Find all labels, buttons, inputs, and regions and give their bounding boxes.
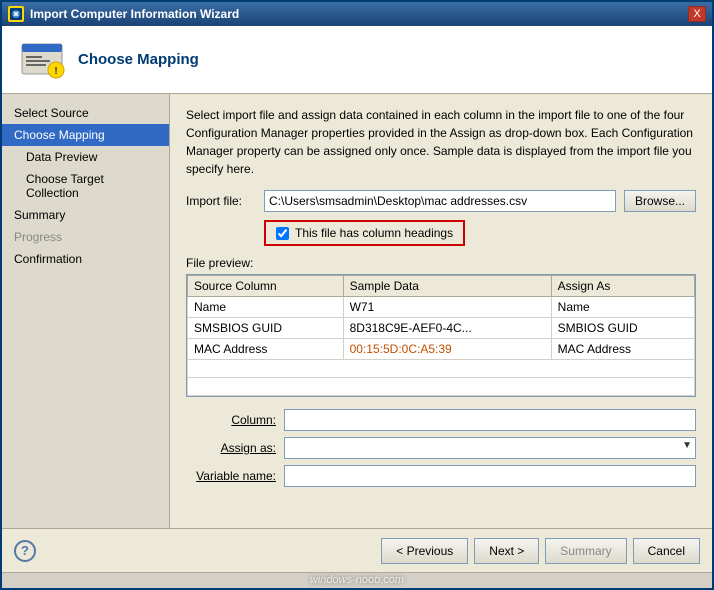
column-headings-checkbox-row: This file has column headings: [264, 220, 465, 246]
cell-assign-1: SMBIOS GUID: [551, 318, 694, 339]
cancel-button[interactable]: Cancel: [633, 538, 700, 564]
sidebar-item-confirmation[interactable]: Confirmation: [2, 248, 169, 270]
wizard-header: ! Choose Mapping: [2, 26, 712, 94]
col-header-assign: Assign As: [551, 276, 694, 297]
column-headings-checkbox[interactable]: [276, 227, 289, 240]
wizard-content: Select Source Choose Mapping Data Previe…: [2, 94, 712, 528]
page-title: Choose Mapping: [78, 51, 199, 68]
sidebar-item-data-preview[interactable]: Data Preview: [2, 146, 169, 168]
assign-as-select[interactable]: Name SMBIOS GUID MAC Address: [284, 437, 696, 459]
title-bar: Import Computer Information Wizard X: [2, 2, 712, 26]
footer-buttons: < Previous Next > Summary Cancel: [381, 538, 700, 564]
cell-source-2: MAC Address: [188, 339, 344, 360]
cell-assign-0: Name: [551, 297, 694, 318]
sidebar-item-choose-mapping[interactable]: Choose Mapping: [2, 124, 169, 146]
table-row[interactable]: Name W71 Name: [188, 297, 695, 318]
import-file-label: Import file:: [186, 194, 256, 208]
column-row: Column:: [186, 409, 696, 431]
col-header-sample: Sample Data: [343, 276, 551, 297]
assign-as-row: Assign as: Name SMBIOS GUID MAC Address: [186, 437, 696, 459]
summary-button: Summary: [545, 538, 626, 564]
main-window: Import Computer Information Wizard X ! C…: [0, 0, 714, 590]
cell-source-0: Name: [188, 297, 344, 318]
table-row[interactable]: MAC Address 00:15:5D:0C:A5:39 MAC Addres…: [188, 339, 695, 360]
sidebar-item-select-source[interactable]: Select Source: [2, 102, 169, 124]
assign-as-select-wrapper: Name SMBIOS GUID MAC Address: [284, 437, 696, 459]
sidebar-item-choose-target[interactable]: Choose Target Collection: [2, 168, 169, 204]
cell-sample-0: W71: [343, 297, 551, 318]
variable-name-row: Variable name:: [186, 465, 696, 487]
browse-button[interactable]: Browse...: [624, 190, 696, 212]
variable-name-input[interactable]: [284, 465, 696, 487]
import-file-input[interactable]: [264, 190, 616, 212]
bottom-watermark-bar: windows-noob.com: [2, 572, 712, 588]
import-file-row: Import file: Browse...: [186, 190, 696, 212]
cell-sample-2: 00:15:5D:0C:A5:39: [343, 339, 551, 360]
close-button[interactable]: X: [688, 6, 706, 22]
previous-button[interactable]: < Previous: [381, 538, 468, 564]
window-title: Import Computer Information Wizard: [30, 7, 239, 21]
wizard-footer: ? < Previous Next > Summary Cancel: [2, 528, 712, 572]
sidebar-item-progress: Progress: [2, 226, 169, 248]
title-icon: [8, 6, 24, 22]
column-headings-label[interactable]: This file has column headings: [295, 226, 453, 240]
file-preview-table: Source Column Sample Data Assign As Name…: [186, 274, 696, 397]
description-text: Select import file and assign data conta…: [186, 106, 696, 178]
help-button[interactable]: ?: [14, 540, 36, 562]
cell-source-1: SMSBIOS GUID: [188, 318, 344, 339]
table-row-empty: [188, 378, 695, 396]
next-button[interactable]: Next >: [474, 538, 539, 564]
mapping-form: Column: Assign as: Name SMBIOS GUID MAC …: [186, 409, 696, 487]
main-panel: Select import file and assign data conta…: [170, 94, 712, 528]
cell-sample-1: 8D318C9E-AEF0-4C...: [343, 318, 551, 339]
wizard-icon: !: [18, 36, 66, 84]
column-label: Column:: [186, 413, 276, 427]
col-header-source: Source Column: [188, 276, 344, 297]
assign-as-label: Assign as:: [186, 441, 276, 455]
variable-name-label: Variable name:: [186, 469, 276, 483]
sidebar-item-summary[interactable]: Summary: [2, 204, 169, 226]
file-preview-label: File preview:: [186, 256, 696, 270]
table-row[interactable]: SMSBIOS GUID 8D318C9E-AEF0-4C... SMBIOS …: [188, 318, 695, 339]
watermark-text: windows-noob.com: [310, 574, 404, 586]
table-row-empty: [188, 360, 695, 378]
sidebar: Select Source Choose Mapping Data Previe…: [2, 94, 170, 528]
column-input[interactable]: [284, 409, 696, 431]
svg-text:!: !: [54, 66, 57, 77]
cell-assign-2: MAC Address: [551, 339, 694, 360]
